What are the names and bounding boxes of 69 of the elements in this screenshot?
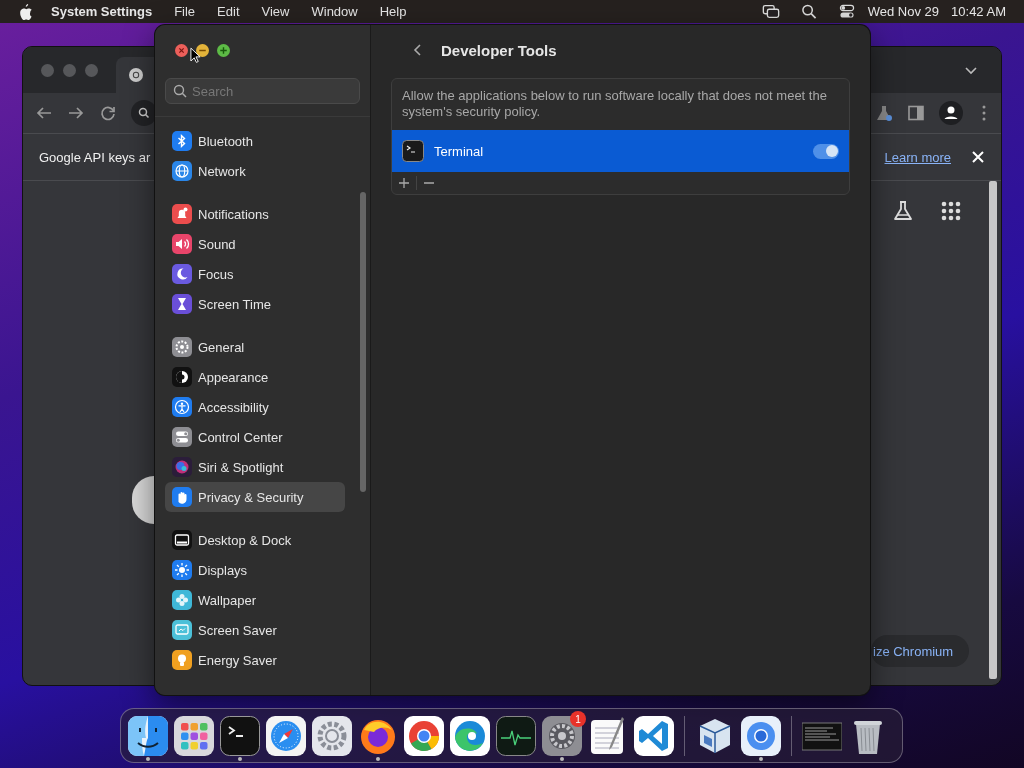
compass-icon[interactable] [266, 715, 306, 756]
sidebar-item[interactable]: Desktop & Dock [165, 525, 345, 555]
sidebar-item[interactable]: Screen Saver [165, 615, 345, 645]
search-icon[interactable] [799, 4, 818, 19]
menu-item[interactable]: Help [379, 4, 407, 19]
pulse-icon[interactable] [496, 715, 536, 756]
minimize-window-icon[interactable] [196, 44, 209, 57]
sidebar-item[interactable]: Privacy & Security [165, 482, 345, 512]
profile-icon[interactable] [939, 101, 963, 125]
reload-icon[interactable] [99, 104, 117, 122]
scrollbar[interactable] [989, 181, 997, 679]
learn-more-link[interactable]: Learn more [884, 149, 951, 165]
terminal-icon[interactable] [220, 715, 260, 756]
terminal-icon [402, 140, 424, 162]
swirl-icon[interactable] [450, 715, 490, 756]
search-field[interactable]: Search [165, 78, 360, 104]
app-row[interactable]: Terminal [392, 130, 849, 172]
screen-mirroring-icon[interactable] [761, 4, 780, 19]
sidebar-item[interactable]: Screen Time [165, 289, 345, 319]
menu-item[interactable]: File [174, 4, 196, 19]
scrollbar[interactable] [360, 192, 366, 492]
carousel-button[interactable] [132, 476, 154, 524]
search-icon [173, 84, 187, 98]
chrome-icon [128, 67, 144, 83]
zoom-window-icon[interactable] [217, 44, 230, 57]
menu-item[interactable]: Edit [217, 4, 240, 19]
close-window-icon[interactable] [175, 44, 188, 57]
side-panel-icon[interactable] [907, 104, 925, 122]
apps-grid-icon[interactable] [939, 199, 963, 223]
sidebar-item[interactable]: Network [165, 156, 345, 186]
sidebar-item[interactable]: Appearance [165, 362, 345, 392]
close-icon[interactable] [971, 150, 985, 164]
add-icon[interactable] [398, 177, 410, 189]
sidebar-item[interactable]: General [165, 332, 345, 362]
gear-icon[interactable] [542, 715, 582, 756]
flask-icon[interactable] [875, 104, 893, 122]
code-icon[interactable] [634, 715, 674, 756]
chrome-icon[interactable] [404, 715, 444, 756]
sidebar-item[interactable]: Energy Saver [165, 645, 345, 675]
grid-icon[interactable] [174, 715, 214, 756]
menu-bar-date[interactable]: Wed Nov 29 [867, 4, 940, 19]
cursor-icon [190, 47, 201, 64]
sidebar-item[interactable]: Sound [165, 229, 345, 259]
menu-item[interactable]: View [261, 4, 290, 19]
chromium-icon[interactable] [741, 715, 781, 756]
sidebar-item[interactable]: Notifications [165, 199, 345, 229]
sidebar-item[interactable]: Control Center [165, 422, 345, 452]
more-icon[interactable] [981, 104, 987, 122]
sidebar-item[interactable]: Focus [165, 259, 345, 289]
flask-icon[interactable] [891, 199, 915, 223]
toggle-switch[interactable] [813, 143, 839, 159]
gear-icon[interactable] [312, 715, 352, 756]
menu-bar-time[interactable]: 10:42 AM [951, 4, 1006, 19]
sidebar-item[interactable]: Bluetooth [165, 126, 345, 156]
app-menu[interactable]: System Settings [51, 4, 153, 19]
control-center-icon[interactable] [837, 4, 856, 19]
sidebar-item[interactable]: Displays [165, 555, 345, 585]
sidebar-item[interactable]: Siri & Spotlight [165, 452, 345, 482]
apple-icon[interactable] [18, 3, 33, 20]
app-name: Terminal [434, 143, 484, 159]
page-title: Developer Tools [441, 41, 557, 59]
customize-button[interactable]: ize Chromium [871, 635, 970, 667]
info-bar-text: Google API keys ar [39, 149, 151, 165]
sidebar-item[interactable]: Accessibility [165, 392, 345, 422]
notification-badge: 1 [570, 711, 586, 727]
sidebar-item[interactable]: Wallpaper [165, 585, 345, 615]
face-icon[interactable] [128, 715, 168, 756]
description-text: Allow the applications below to run software locally that does not meet the system's security policy. [401, 87, 828, 121]
menu-item[interactable]: Window [311, 4, 358, 19]
